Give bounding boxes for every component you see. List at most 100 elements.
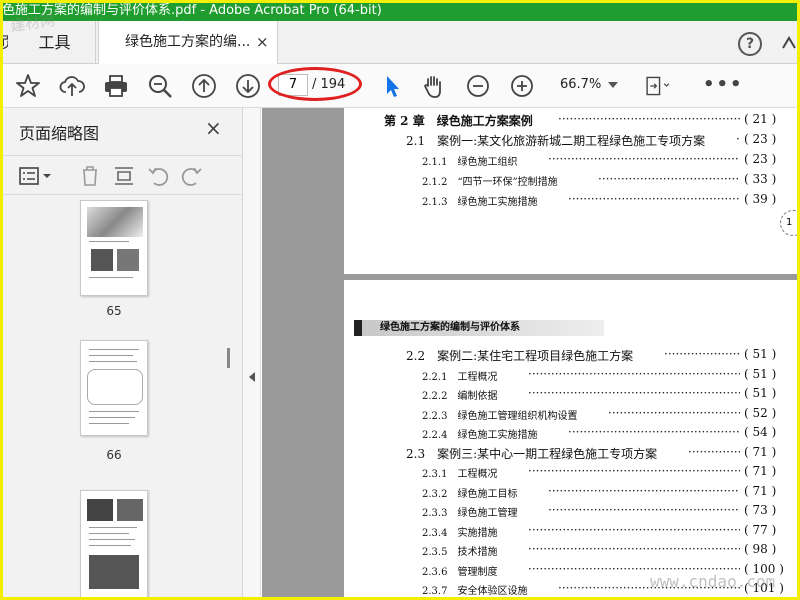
- options-list-icon[interactable]: [18, 164, 56, 188]
- toc-page-number: ( 98 ): [744, 542, 777, 556]
- toc-entry[interactable]: 2.3 案例三:某中心一期工程绿色施工专项方案 ·················…: [344, 445, 800, 461]
- toc-entry[interactable]: 2.2.3 绿色施工管理组织机构设置 ······················…: [344, 406, 800, 422]
- toc-leader-dots: ········································…: [664, 347, 740, 361]
- toc-leader-dots: ········································…: [558, 112, 740, 126]
- thumbnail-label: 65: [106, 304, 122, 318]
- toc-leader-dots: ········································…: [736, 132, 740, 146]
- toc-entry[interactable]: 2.3.3 绿色施工管理 ····························…: [344, 503, 800, 519]
- toc-entry-title: 2.3.3 绿色施工管理: [422, 508, 518, 519]
- page-thumbnail[interactable]: [80, 200, 148, 296]
- tab-home[interactable]: 页: [0, 21, 8, 64]
- toc-entry[interactable]: 2.2.4 绿色施工实施措施 ··························…: [344, 425, 800, 441]
- select-cursor-icon[interactable]: [378, 72, 406, 100]
- toc-entry-title: 2.2.3 绿色施工管理组织机构设置: [422, 410, 578, 422]
- toc-entry-title: 2.3.1 工程概况: [422, 469, 498, 480]
- toc-leader-dots: ········································…: [548, 503, 740, 517]
- toc-entry[interactable]: 2.3.4 实施措施 ······························…: [344, 523, 800, 539]
- window-title-bar: 色施工方案的编制与评价体系.pdf - Adobe Acrobat Pro (6…: [0, 0, 800, 21]
- toolbar: 7 / 194 66.7% •••: [0, 64, 800, 108]
- insert-page-icon[interactable]: [112, 164, 136, 188]
- toc-entry-title: 2.2.2 编制依据: [422, 391, 498, 402]
- thumbnail-label: 66: [106, 448, 122, 462]
- chevron-down-icon[interactable]: [608, 82, 618, 88]
- toc-leader-dots: ········································…: [568, 192, 740, 206]
- toc-entry[interactable]: 第 2 章 绿色施工方案案例 ··························…: [344, 112, 800, 128]
- toc-entry[interactable]: 2.1 案例一:某文化旅游新城二期工程绿色施工专项方案 ·············…: [344, 132, 800, 148]
- toc-page-number: ( 73 ): [744, 503, 777, 517]
- toc-page-number: ( 21 ): [744, 112, 777, 126]
- toc-entry[interactable]: 2.1.3 绿色施工实施措施 ··························…: [344, 192, 800, 208]
- watermark: www.cndao.com: [650, 572, 776, 591]
- zoom-out-icon[interactable]: [464, 72, 492, 100]
- tab-bar: 页 工具 绿色施工方案的编... × ?: [0, 21, 800, 65]
- toc-page-number: ( 51 ): [744, 386, 777, 400]
- toc-entry-title: 2.3.6 管理制度: [422, 566, 498, 578]
- pdf-page: 绿色施工方案的编制与评价体系 2.2 案例二:某住宅工程项目绿色施工方案 ····…: [344, 280, 800, 600]
- zoom-search-icon[interactable]: [146, 72, 174, 100]
- toc-page-number: ( 51 ): [744, 347, 777, 361]
- scroll-up-icon[interactable]: [781, 32, 797, 56]
- thumbnail-panel: 页面缩略图 × 65 66: [0, 108, 243, 600]
- hand-tool-icon[interactable]: [420, 72, 448, 100]
- tab-document[interactable]: 绿色施工方案的编... ×: [98, 21, 278, 65]
- toc-page-number: ( 39 ): [744, 192, 777, 206]
- running-header: 绿色施工方案的编制与评价体系: [354, 320, 604, 336]
- toc-page-number: ( 77 ): [744, 522, 777, 537]
- toc-page-number: ( 71 ): [744, 444, 777, 459]
- delete-icon[interactable]: [78, 164, 102, 188]
- toc-entry-title: 2.2 案例二:某住宅工程项目绿色施工方案: [406, 349, 634, 363]
- scrollbar[interactable]: [226, 200, 232, 600]
- page-up-icon[interactable]: [190, 72, 218, 100]
- close-icon[interactable]: ×: [256, 21, 269, 64]
- toc-entry-title: 2.1.3 绿色施工实施措施: [422, 197, 538, 208]
- zoom-select[interactable]: 66.7%: [560, 74, 601, 96]
- toc-leader-dots: ········································…: [528, 522, 740, 537]
- toc-page-number: ( 54 ): [744, 425, 777, 439]
- rotate-left-icon[interactable]: [146, 164, 170, 188]
- panel-title: 页面缩略图: [19, 124, 100, 143]
- cloud-upload-icon[interactable]: [58, 72, 86, 100]
- toc-entry-title: 2.3.5 技术措施: [422, 547, 498, 558]
- toc-page-number: ( 52 ): [744, 405, 777, 420]
- toc-entry[interactable]: 2.3.5 技术措施 ······························…: [344, 542, 800, 558]
- toc-leader-dots: ········································…: [528, 542, 740, 556]
- toc-page-number: ( 33 ): [744, 172, 777, 186]
- panel-toolbar: [0, 155, 243, 195]
- toc-entry-title: 2.1 案例一:某文化旅游新城二期工程绿色施工专项方案: [406, 134, 706, 148]
- toc-entry-title: 2.3.4 实施措施: [422, 527, 498, 539]
- toc-entry[interactable]: 2.2 案例二:某住宅工程项目绿色施工方案 ···················…: [344, 347, 800, 363]
- document-view[interactable]: 第 2 章 绿色施工方案案例 ··························…: [262, 108, 800, 600]
- printer-icon[interactable]: [102, 72, 130, 100]
- collapse-panel-icon[interactable]: [249, 372, 255, 382]
- help-circle-icon[interactable]: ?: [738, 32, 762, 56]
- toc-page-number: ( 23 ): [744, 152, 777, 166]
- close-icon[interactable]: ×: [205, 116, 222, 140]
- page-down-icon[interactable]: [234, 72, 262, 100]
- toc-entry-title: 第 2 章 绿色施工方案案例: [384, 114, 533, 128]
- page-thumbnail[interactable]: [80, 490, 148, 600]
- zoom-in-icon[interactable]: [508, 72, 536, 100]
- toc-leader-dots: ········································…: [568, 425, 740, 439]
- toc-entry[interactable]: 2.1.2 “四节一环保”控制措施 ·······················…: [344, 172, 800, 188]
- rotate-right-icon[interactable]: [180, 164, 204, 188]
- toc-entry[interactable]: 2.3.1 工程概况 ······························…: [344, 464, 800, 480]
- star-icon[interactable]: [14, 72, 42, 100]
- toc-page-number: ( 51 ): [744, 366, 777, 381]
- toc-entry[interactable]: 2.3.2 绿色施工目标 ····························…: [344, 484, 800, 500]
- toc-entry[interactable]: 2.2.1 工程概况 ······························…: [344, 367, 800, 383]
- more-icon[interactable]: •••: [703, 74, 744, 96]
- toc-entry[interactable]: 2.2.2 编制依据 ······························…: [344, 386, 800, 402]
- fit-page-icon[interactable]: [644, 72, 680, 100]
- toc-page-number: ( 71 ): [744, 464, 777, 478]
- toc-leader-dots: ········································…: [548, 152, 740, 166]
- toc-leader-dots: ········································…: [528, 386, 740, 400]
- toc-entry-title: 2.3.2 绿色施工目标: [422, 488, 518, 500]
- scrollbar-thumb[interactable]: [227, 348, 230, 368]
- toc-entry-title: 2.1.2 “四节一环保”控制措施: [422, 177, 558, 188]
- toc-leader-dots: ········································…: [688, 444, 740, 459]
- page-thumbnail[interactable]: [80, 340, 148, 436]
- toc-page-number: ( 23 ): [744, 132, 777, 146]
- toc-entry[interactable]: 2.1.1 绿色施工组织 ····························…: [344, 152, 800, 168]
- toc-leader-dots: ········································…: [598, 172, 740, 186]
- panel-splitter[interactable]: [243, 108, 261, 600]
